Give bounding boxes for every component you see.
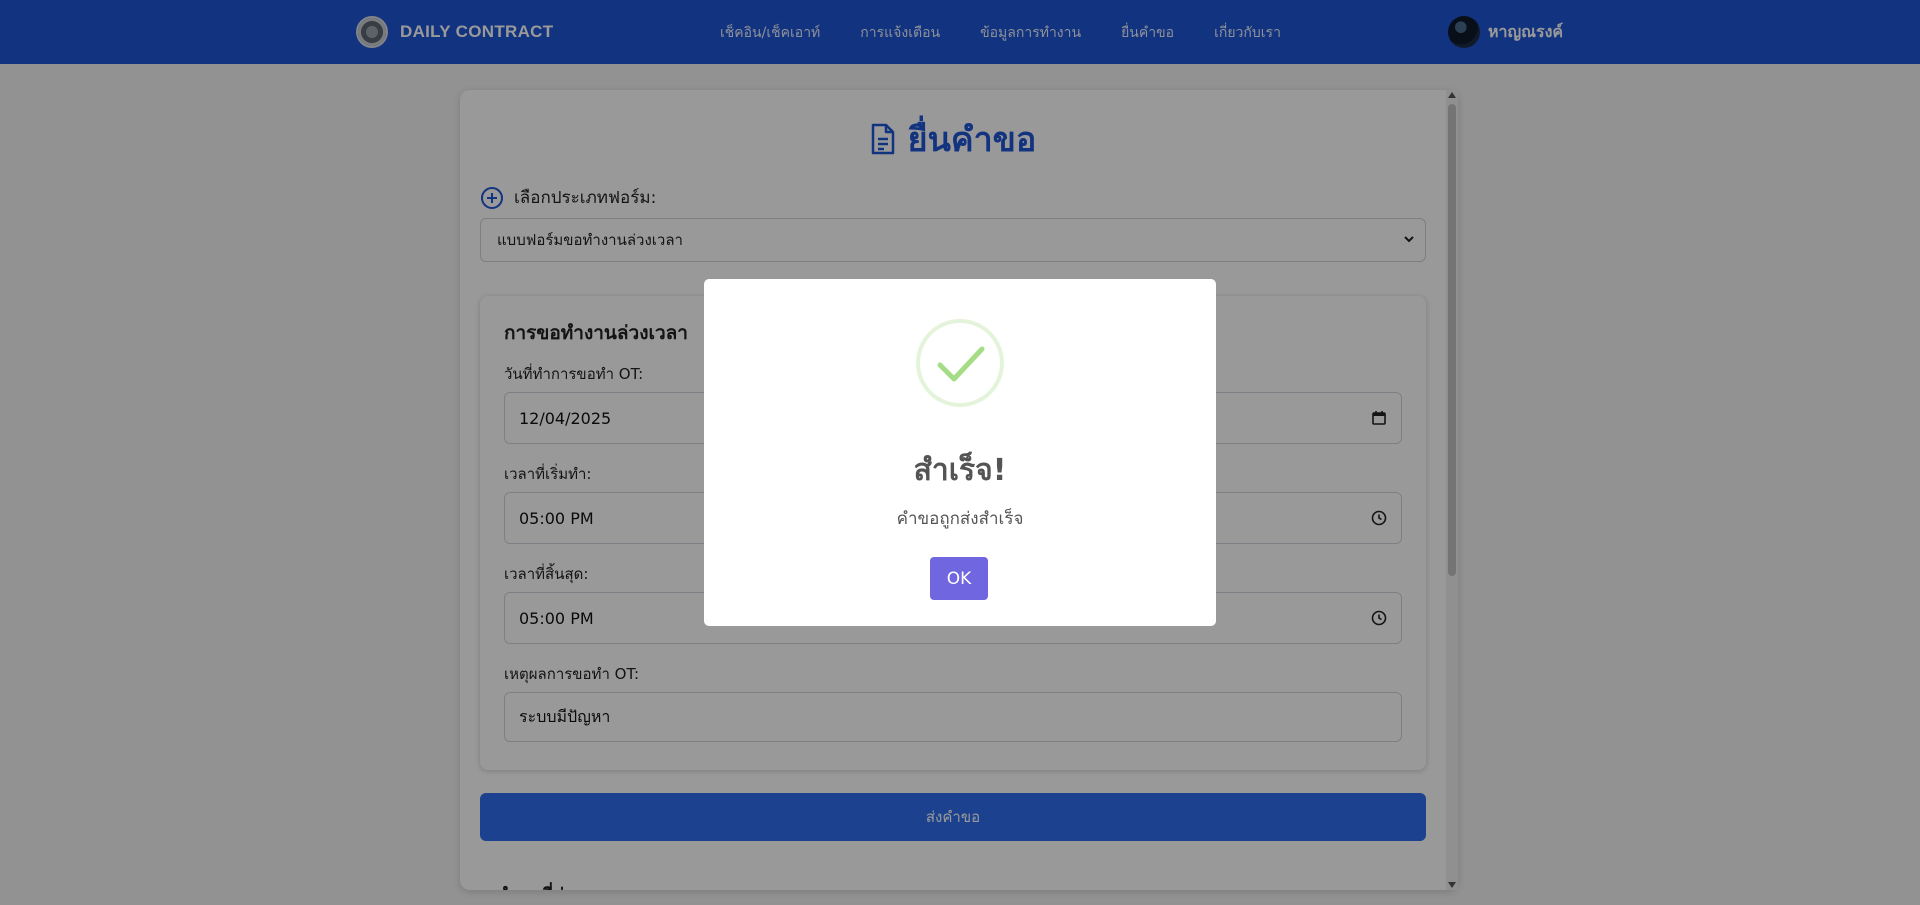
dialog-title: สำเร็จ!	[913, 453, 1007, 488]
success-dialog: สำเร็จ! คำขอถูกส่งสำเร็จ OK	[704, 279, 1216, 626]
success-check-icon	[916, 319, 1004, 407]
dialog-message: คำขอถูกส่งสำเร็จ	[896, 509, 1024, 529]
ok-button[interactable]: OK	[930, 557, 988, 600]
check-mark-icon	[937, 346, 985, 382]
